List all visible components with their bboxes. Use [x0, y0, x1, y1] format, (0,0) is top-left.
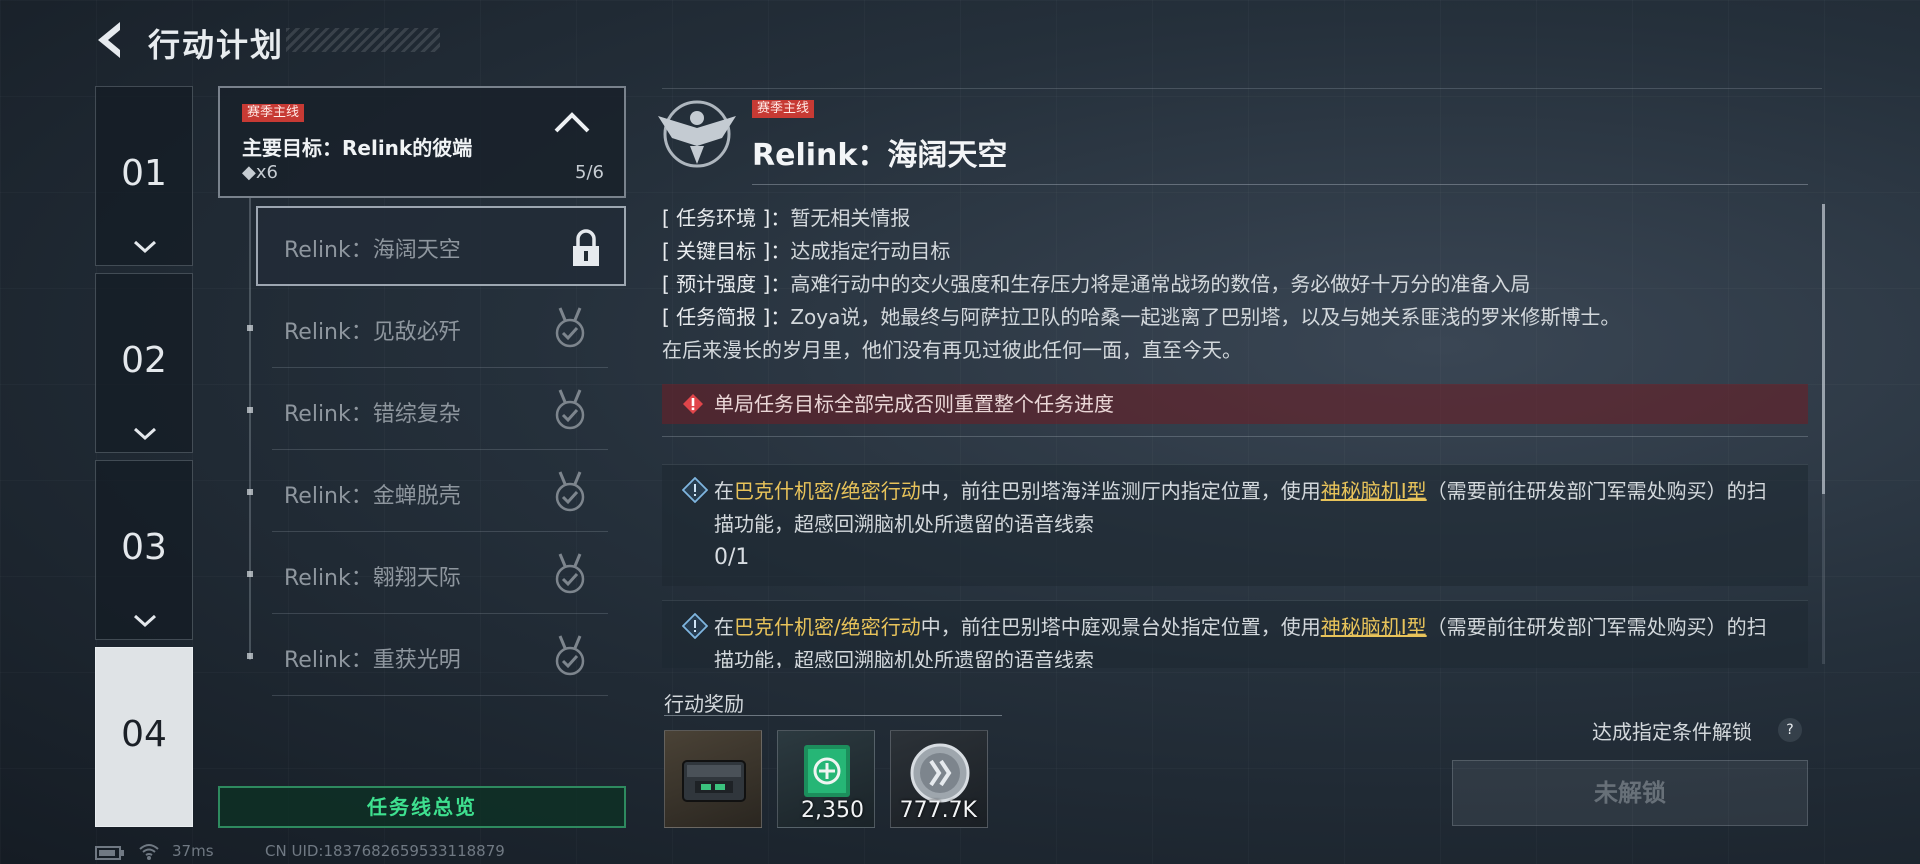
quest-item-4[interactable]: Relink：金蝉脱壳 [247, 452, 608, 532]
chevron-down-icon [133, 614, 157, 628]
supply-case-icon [682, 760, 746, 802]
warning-icon [683, 394, 703, 414]
reward-item-2[interactable]: 2,350 [777, 730, 875, 828]
rewards-label: 行动奖励 [664, 692, 744, 716]
chapter-tab-03[interactable]: 03 [95, 460, 193, 640]
ping-value: 37ms [172, 842, 214, 860]
mode-highlight: 巴克什机密/绝密行动 [734, 615, 921, 639]
chapter-number: 03 [121, 527, 167, 568]
objective-text-part: 中，前往巴别塔中庭观景台处指定位置，使用 [920, 615, 1321, 639]
chevron-up-icon[interactable] [552, 110, 592, 134]
tree-node [247, 653, 253, 659]
unlock-hint: 达成指定条件解锁 [1592, 720, 1752, 744]
item-link[interactable]: 神秘脑机Ⅰ型 [1321, 479, 1427, 503]
briefing-continuation: 在后来漫长的岁月里，他们没有再见过彼此任何一面，直至今天。 [662, 338, 1242, 362]
info-environment: [ 任务环境 ]：暂无相关情报 [662, 202, 910, 231]
chapter-tab-02[interactable]: 02 [95, 273, 193, 453]
quest-label: Relink：错综复杂 [284, 402, 461, 427]
chevron-down-icon [133, 427, 157, 441]
quest-label: Relink：翱翔天际 [284, 566, 461, 591]
detail-top-rule [662, 88, 1822, 89]
season-tag: 赛季主线 [752, 100, 815, 118]
questline-overview-button[interactable]: 任务线总览 [218, 786, 626, 828]
uid-value: CN UID:1837682659533118879 [265, 842, 505, 860]
info-key: [ 任务环境 ]： [662, 206, 791, 230]
objective-card-1: 在巴克什机密/绝密行动中，前往巴别塔海洋监测厅内指定位置，使用神秘脑机Ⅰ型（需要… [662, 464, 1808, 586]
help-icon[interactable]: ? [1778, 718, 1802, 742]
warning-divider [662, 436, 1808, 437]
tree-node [247, 325, 253, 331]
lock-icon [573, 229, 599, 266]
quest-label: Relink：金蝉脱壳 [284, 484, 461, 509]
season-tag: 赛季主线 [242, 104, 305, 122]
scrollbar-thumb[interactable] [1822, 204, 1825, 494]
objective-text: 在巴克什机密/绝密行动中，前往巴别塔海洋监测厅内指定位置，使用神秘脑机Ⅰ型（需要… [714, 475, 1774, 541]
objective-text: 在巴克什机密/绝密行动中，前往巴别塔中庭观景台处指定位置，使用神秘脑机Ⅰ型（需要… [714, 611, 1774, 668]
chapter-number: 01 [121, 153, 167, 194]
info-briefing: [ 任务简报 ]：Zoya说，她最终与阿萨拉卫队的哈桑一起逃离了巴别塔，以及与她… [662, 301, 1620, 330]
title-divider [752, 184, 1808, 185]
page-title: 行动计划 [148, 26, 285, 64]
medal-check-icon [555, 553, 585, 594]
back-arrow-icon [98, 22, 120, 58]
mode-highlight: 巴克什机密/绝密行动 [734, 479, 921, 503]
info-value: 高难行动中的交火强度和生存压力将是通常战场的数倍，务必做好十万分的准备入局 [790, 272, 1531, 296]
quest-label: Relink：海阔天空 [284, 238, 461, 263]
quest-item-3[interactable]: Relink：错综复杂 [247, 370, 608, 450]
info-difficulty: [ 预计强度 ]：高难行动中的交火强度和生存压力将是通常战场的数倍，务必做好十万… [662, 268, 1530, 297]
rewards-divider [664, 715, 1002, 716]
warning-banner: 单局任务目标全部完成否则重置整个任务进度 [662, 384, 1808, 424]
objective-diamond-icon [682, 613, 708, 639]
objective-text-part: 在 [714, 479, 734, 503]
main-goal-count: ◆x6 [242, 162, 278, 183]
tree-node [247, 407, 253, 413]
tree-node [247, 489, 253, 495]
objective-progress: 0/1 [714, 545, 750, 570]
info-value: Zoya说，她最终与阿萨拉卫队的哈桑一起逃离了巴别塔，以及与她关系匪浅的罗米修斯… [790, 305, 1621, 329]
eagle-emblem-icon [658, 100, 736, 168]
info-key: [ 预计强度 ]： [662, 272, 791, 296]
info-key-objective: [ 关键目标 ]：达成指定行动目标 [662, 235, 950, 264]
quest-tree-line [249, 198, 251, 660]
chapter-number: 02 [121, 340, 167, 381]
tree-node [247, 571, 253, 577]
chevron-down-icon [133, 240, 157, 254]
info-value: 达成指定行动目标 [790, 239, 951, 263]
quest-item-2[interactable]: Relink：见敌必歼 [247, 288, 608, 368]
warning-text: 单局任务目标全部完成否则重置整个任务进度 [714, 392, 1114, 416]
item-link[interactable]: 神秘脑机Ⅰ型 [1321, 615, 1427, 639]
objective-text-part: 中，前往巴别塔海洋监测厅内指定位置，使用 [920, 479, 1321, 503]
quest-item-6[interactable]: Relink：重获光明 [247, 616, 608, 696]
medal-check-icon [555, 307, 585, 348]
wifi-icon [139, 844, 159, 860]
info-key: [ 任务简报 ]： [662, 305, 791, 329]
quest-label: Relink：重获光明 [284, 648, 461, 673]
objective-diamond-icon [682, 477, 708, 503]
title-decoration [286, 28, 440, 52]
back-button[interactable] [90, 18, 130, 62]
locked-button: 未解锁 [1452, 760, 1808, 826]
main-goal-title: 主要目标：Relink的彼端 [242, 136, 473, 160]
main-goal-header[interactable]: 赛季主线 主要目标：Relink的彼端 ◆x6 5/6 [218, 86, 626, 198]
quest-item-1[interactable]: Relink：海阔天空 [256, 206, 626, 286]
reward-item-3[interactable]: 777.7K [890, 730, 988, 828]
chapter-tab-04[interactable]: 04 [95, 647, 193, 827]
reward-item-1[interactable] [664, 730, 762, 828]
reward-quantity: 2,350 [801, 798, 864, 823]
main-goal-progress: 5/6 [575, 162, 604, 183]
chapter-tab-01[interactable]: 01 [95, 86, 193, 266]
objective-card-2: 在巴克什机密/绝密行动中，前往巴别塔中庭观景台处指定位置，使用神秘脑机Ⅰ型（需要… [662, 600, 1808, 668]
medal-check-icon [555, 471, 585, 512]
objective-text-part: 在 [714, 615, 734, 639]
battery-icon [95, 846, 124, 860]
reward-quantity: 777.7K [899, 798, 977, 823]
medal-check-icon [555, 635, 585, 676]
info-value: 暂无相关情报 [790, 206, 911, 230]
info-key: [ 关键目标 ]： [662, 239, 791, 263]
chapter-number: 04 [121, 714, 167, 755]
medal-check-icon [555, 389, 585, 430]
quest-label: Relink：见敌必歼 [284, 320, 461, 345]
quest-item-5[interactable]: Relink：翱翔天际 [247, 534, 608, 614]
mission-title: Relink：海阔天空 [752, 138, 1008, 173]
